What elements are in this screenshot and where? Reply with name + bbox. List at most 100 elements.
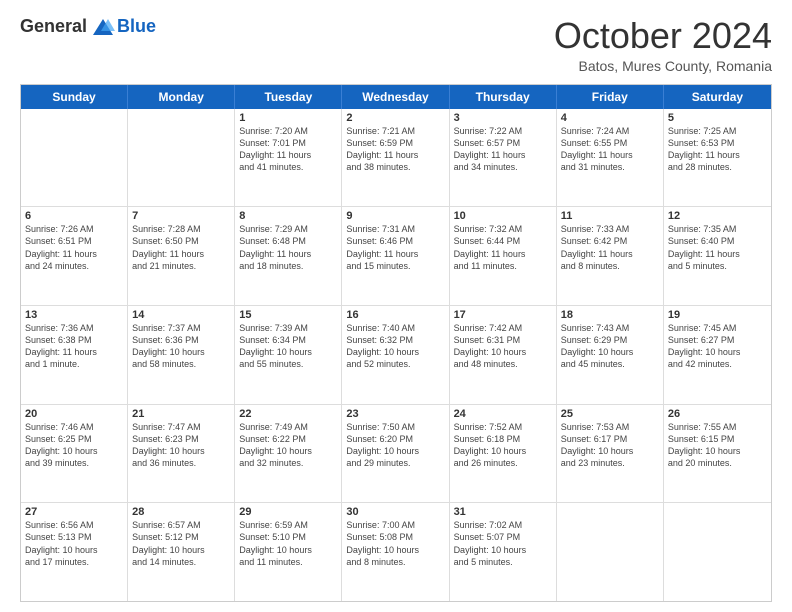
day-number: 29 (239, 506, 337, 518)
day-number: 20 (25, 408, 123, 420)
cell-info: Sunrise: 7:37 AMSunset: 6:36 PMDaylight:… (132, 322, 230, 371)
header: General Blue October 2024 Batos, Mures C… (20, 16, 772, 74)
cell-info: Sunrise: 6:57 AMSunset: 5:12 PMDaylight:… (132, 519, 230, 568)
cell-info: Sunrise: 7:25 AMSunset: 6:53 PMDaylight:… (668, 125, 767, 174)
cell-info: Sunrise: 7:46 AMSunset: 6:25 PMDaylight:… (25, 421, 123, 470)
day-number: 30 (346, 506, 444, 518)
weekday-header-tuesday: Tuesday (235, 85, 342, 109)
calendar-week-3: 13Sunrise: 7:36 AMSunset: 6:38 PMDayligh… (21, 306, 771, 405)
day-number: 13 (25, 309, 123, 321)
cell-info: Sunrise: 7:29 AMSunset: 6:48 PMDaylight:… (239, 223, 337, 272)
logo-blue-text: Blue (117, 16, 156, 37)
calendar-cell: 18Sunrise: 7:43 AMSunset: 6:29 PMDayligh… (557, 306, 664, 404)
day-number: 8 (239, 210, 337, 222)
day-number: 25 (561, 408, 659, 420)
calendar-cell: 29Sunrise: 6:59 AMSunset: 5:10 PMDayligh… (235, 503, 342, 601)
day-number: 10 (454, 210, 552, 222)
weekday-header-wednesday: Wednesday (342, 85, 449, 109)
cell-info: Sunrise: 7:52 AMSunset: 6:18 PMDaylight:… (454, 421, 552, 470)
cell-info: Sunrise: 7:43 AMSunset: 6:29 PMDaylight:… (561, 322, 659, 371)
calendar-cell: 11Sunrise: 7:33 AMSunset: 6:42 PMDayligh… (557, 207, 664, 305)
cell-info: Sunrise: 7:39 AMSunset: 6:34 PMDaylight:… (239, 322, 337, 371)
day-number: 17 (454, 309, 552, 321)
day-number: 3 (454, 112, 552, 124)
cell-info: Sunrise: 7:36 AMSunset: 6:38 PMDaylight:… (25, 322, 123, 371)
calendar-cell: 25Sunrise: 7:53 AMSunset: 6:17 PMDayligh… (557, 405, 664, 503)
day-number: 16 (346, 309, 444, 321)
calendar-cell: 10Sunrise: 7:32 AMSunset: 6:44 PMDayligh… (450, 207, 557, 305)
cell-info: Sunrise: 7:33 AMSunset: 6:42 PMDaylight:… (561, 223, 659, 272)
calendar-week-2: 6Sunrise: 7:26 AMSunset: 6:51 PMDaylight… (21, 207, 771, 306)
calendar-header: SundayMondayTuesdayWednesdayThursdayFrid… (21, 85, 771, 109)
calendar-cell: 8Sunrise: 7:29 AMSunset: 6:48 PMDaylight… (235, 207, 342, 305)
cell-info: Sunrise: 7:55 AMSunset: 6:15 PMDaylight:… (668, 421, 767, 470)
calendar-cell: 13Sunrise: 7:36 AMSunset: 6:38 PMDayligh… (21, 306, 128, 404)
cell-info: Sunrise: 7:21 AMSunset: 6:59 PMDaylight:… (346, 125, 444, 174)
cell-info: Sunrise: 7:26 AMSunset: 6:51 PMDaylight:… (25, 223, 123, 272)
calendar: SundayMondayTuesdayWednesdayThursdayFrid… (20, 84, 772, 602)
cell-info: Sunrise: 7:00 AMSunset: 5:08 PMDaylight:… (346, 519, 444, 568)
logo-general-text: General (20, 16, 87, 37)
weekday-header-saturday: Saturday (664, 85, 771, 109)
calendar-cell: 9Sunrise: 7:31 AMSunset: 6:46 PMDaylight… (342, 207, 449, 305)
cell-info: Sunrise: 7:40 AMSunset: 6:32 PMDaylight:… (346, 322, 444, 371)
day-number: 14 (132, 309, 230, 321)
day-number: 24 (454, 408, 552, 420)
calendar-cell: 2Sunrise: 7:21 AMSunset: 6:59 PMDaylight… (342, 109, 449, 207)
calendar-cell: 21Sunrise: 7:47 AMSunset: 6:23 PMDayligh… (128, 405, 235, 503)
weekday-header-monday: Monday (128, 85, 235, 109)
calendar-cell: 20Sunrise: 7:46 AMSunset: 6:25 PMDayligh… (21, 405, 128, 503)
weekday-header-friday: Friday (557, 85, 664, 109)
calendar-cell: 31Sunrise: 7:02 AMSunset: 5:07 PMDayligh… (450, 503, 557, 601)
day-number: 23 (346, 408, 444, 420)
cell-info: Sunrise: 6:56 AMSunset: 5:13 PMDaylight:… (25, 519, 123, 568)
day-number: 7 (132, 210, 230, 222)
cell-info: Sunrise: 7:28 AMSunset: 6:50 PMDaylight:… (132, 223, 230, 272)
day-number: 19 (668, 309, 767, 321)
cell-info: Sunrise: 7:02 AMSunset: 5:07 PMDaylight:… (454, 519, 552, 568)
cell-info: Sunrise: 7:31 AMSunset: 6:46 PMDaylight:… (346, 223, 444, 272)
cell-info: Sunrise: 6:59 AMSunset: 5:10 PMDaylight:… (239, 519, 337, 568)
calendar-cell: 30Sunrise: 7:00 AMSunset: 5:08 PMDayligh… (342, 503, 449, 601)
calendar-cell (557, 503, 664, 601)
calendar-week-4: 20Sunrise: 7:46 AMSunset: 6:25 PMDayligh… (21, 405, 771, 504)
day-number: 12 (668, 210, 767, 222)
calendar-week-1: 1Sunrise: 7:20 AMSunset: 7:01 PMDaylight… (21, 109, 771, 208)
month-title: October 2024 (554, 16, 772, 56)
calendar-cell: 14Sunrise: 7:37 AMSunset: 6:36 PMDayligh… (128, 306, 235, 404)
cell-info: Sunrise: 7:45 AMSunset: 6:27 PMDaylight:… (668, 322, 767, 371)
cell-info: Sunrise: 7:42 AMSunset: 6:31 PMDaylight:… (454, 322, 552, 371)
day-number: 15 (239, 309, 337, 321)
calendar-week-5: 27Sunrise: 6:56 AMSunset: 5:13 PMDayligh… (21, 503, 771, 601)
cell-info: Sunrise: 7:22 AMSunset: 6:57 PMDaylight:… (454, 125, 552, 174)
cell-info: Sunrise: 7:24 AMSunset: 6:55 PMDaylight:… (561, 125, 659, 174)
location-title: Batos, Mures County, Romania (554, 58, 772, 74)
page: General Blue October 2024 Batos, Mures C… (0, 0, 792, 612)
calendar-cell: 15Sunrise: 7:39 AMSunset: 6:34 PMDayligh… (235, 306, 342, 404)
weekday-header-sunday: Sunday (21, 85, 128, 109)
day-number: 21 (132, 408, 230, 420)
calendar-cell: 16Sunrise: 7:40 AMSunset: 6:32 PMDayligh… (342, 306, 449, 404)
weekday-header-thursday: Thursday (450, 85, 557, 109)
calendar-cell: 6Sunrise: 7:26 AMSunset: 6:51 PMDaylight… (21, 207, 128, 305)
logo-area: General Blue (20, 16, 156, 37)
cell-info: Sunrise: 7:47 AMSunset: 6:23 PMDaylight:… (132, 421, 230, 470)
day-number: 1 (239, 112, 337, 124)
calendar-cell: 23Sunrise: 7:50 AMSunset: 6:20 PMDayligh… (342, 405, 449, 503)
calendar-cell: 26Sunrise: 7:55 AMSunset: 6:15 PMDayligh… (664, 405, 771, 503)
day-number: 2 (346, 112, 444, 124)
calendar-cell: 5Sunrise: 7:25 AMSunset: 6:53 PMDaylight… (664, 109, 771, 207)
day-number: 6 (25, 210, 123, 222)
title-area: October 2024 Batos, Mures County, Romani… (554, 16, 772, 74)
calendar-cell: 24Sunrise: 7:52 AMSunset: 6:18 PMDayligh… (450, 405, 557, 503)
calendar-cell: 19Sunrise: 7:45 AMSunset: 6:27 PMDayligh… (664, 306, 771, 404)
cell-info: Sunrise: 7:53 AMSunset: 6:17 PMDaylight:… (561, 421, 659, 470)
cell-info: Sunrise: 7:35 AMSunset: 6:40 PMDaylight:… (668, 223, 767, 272)
day-number: 9 (346, 210, 444, 222)
cell-info: Sunrise: 7:49 AMSunset: 6:22 PMDaylight:… (239, 421, 337, 470)
calendar-cell: 22Sunrise: 7:49 AMSunset: 6:22 PMDayligh… (235, 405, 342, 503)
day-number: 28 (132, 506, 230, 518)
logo-icon (91, 17, 115, 37)
day-number: 4 (561, 112, 659, 124)
calendar-cell (664, 503, 771, 601)
